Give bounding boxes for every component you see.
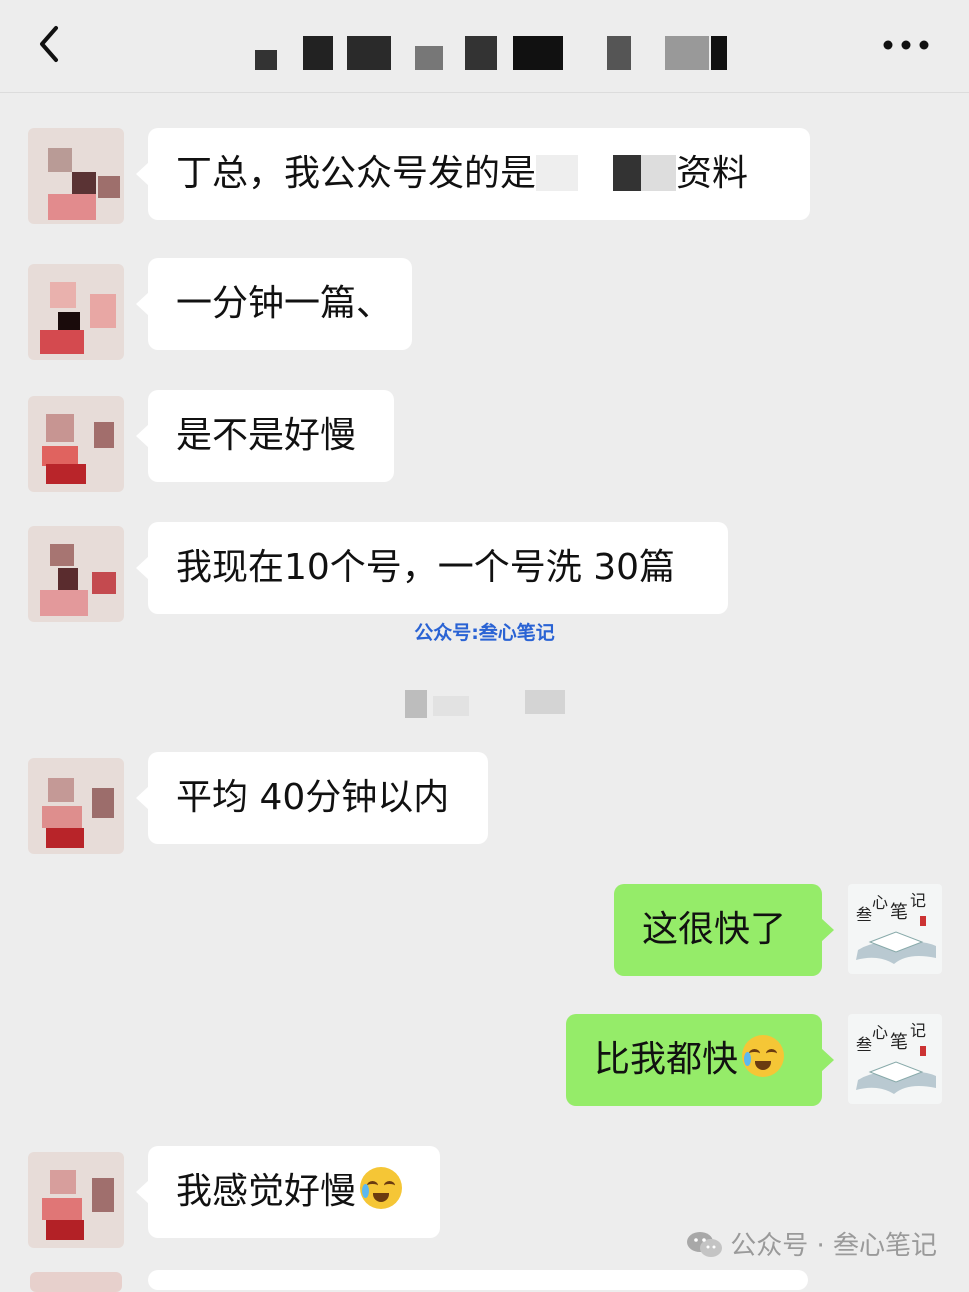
svg-text:笔: 笔 bbox=[890, 1032, 908, 1053]
message-text: 一分钟一篇、 bbox=[176, 283, 393, 324]
watermark-text: 公众号:叁心笔记 bbox=[414, 622, 555, 644]
chat-header bbox=[0, 0, 969, 93]
message-bubble[interactable]: 丁总，我公众号发的是 资料 bbox=[136, 128, 810, 220]
calligraphy-logo-icon: 心 笔 记 叁 bbox=[856, 1021, 936, 1094]
message-bubble[interactable]: 一分钟一篇、 bbox=[136, 258, 412, 350]
message-bubble-self[interactable]: 这很快了 bbox=[614, 884, 834, 976]
contact-avatar[interactable] bbox=[28, 526, 124, 622]
back-arrow-icon bbox=[40, 26, 58, 62]
svg-text:心: 心 bbox=[872, 893, 888, 912]
contact-avatar[interactable] bbox=[28, 758, 124, 854]
svg-text:叁: 叁 bbox=[856, 905, 872, 924]
svg-text:记: 记 bbox=[910, 1021, 926, 1040]
footer-watermark: 公众号 · 叁心笔记 bbox=[686, 1225, 937, 1262]
more-button[interactable] bbox=[878, 28, 934, 62]
contact-avatar[interactable] bbox=[28, 396, 124, 492]
back-button[interactable] bbox=[30, 22, 74, 66]
redacted-text bbox=[536, 155, 677, 191]
contact-avatar[interactable] bbox=[28, 264, 124, 360]
chat-title-redacted bbox=[255, 36, 730, 70]
crying-laughing-emoji-icon bbox=[360, 1167, 403, 1209]
message-text: 这很快了 bbox=[642, 909, 787, 950]
footer-watermark-text: 公众号 · 叁心笔记 bbox=[730, 1231, 937, 1261]
message-bubble[interactable]: 我现在10个号，一个号洗 30篇 bbox=[136, 522, 728, 614]
message-text: 比我都快 bbox=[594, 1039, 739, 1080]
contact-avatar-partial bbox=[30, 1272, 122, 1292]
calligraphy-logo-icon: 心 笔 记 叁 bbox=[856, 891, 936, 964]
more-dots-icon bbox=[883, 40, 929, 50]
message-text: 资料 bbox=[676, 153, 749, 194]
self-avatar[interactable]: 心 笔 记 叁 bbox=[848, 884, 942, 974]
message-bubble[interactable]: 平均 40分钟以内 bbox=[136, 752, 488, 844]
crying-laughing-emoji-icon bbox=[742, 1035, 785, 1077]
self-avatar[interactable]: 心 笔 记 叁 bbox=[848, 1014, 942, 1104]
message-bubble[interactable]: 是不是好慢 bbox=[136, 390, 394, 482]
contact-avatar[interactable] bbox=[28, 1152, 124, 1248]
svg-text:叁: 叁 bbox=[856, 1035, 872, 1054]
message-bubble-self[interactable]: 比我都快 bbox=[566, 1014, 834, 1106]
svg-text:心: 心 bbox=[872, 1023, 888, 1042]
message-text: 我现在10个号，一个号洗 30篇 bbox=[176, 547, 676, 588]
message-text: 是不是好慢 bbox=[176, 415, 357, 456]
message-bubble-partial bbox=[148, 1270, 808, 1290]
message-text: 平均 40分钟以内 bbox=[176, 777, 450, 818]
wechat-icon bbox=[687, 1232, 723, 1257]
redacted-timestamp bbox=[405, 686, 585, 720]
contact-avatar[interactable] bbox=[28, 128, 124, 224]
svg-text:记: 记 bbox=[910, 891, 926, 910]
message-bubble[interactable]: 我感觉好慢 bbox=[136, 1146, 440, 1238]
message-text: 我感觉好慢 bbox=[176, 1171, 357, 1212]
svg-text:笔: 笔 bbox=[890, 902, 908, 923]
message-text: 丁总，我公众号发的是 bbox=[176, 153, 537, 194]
